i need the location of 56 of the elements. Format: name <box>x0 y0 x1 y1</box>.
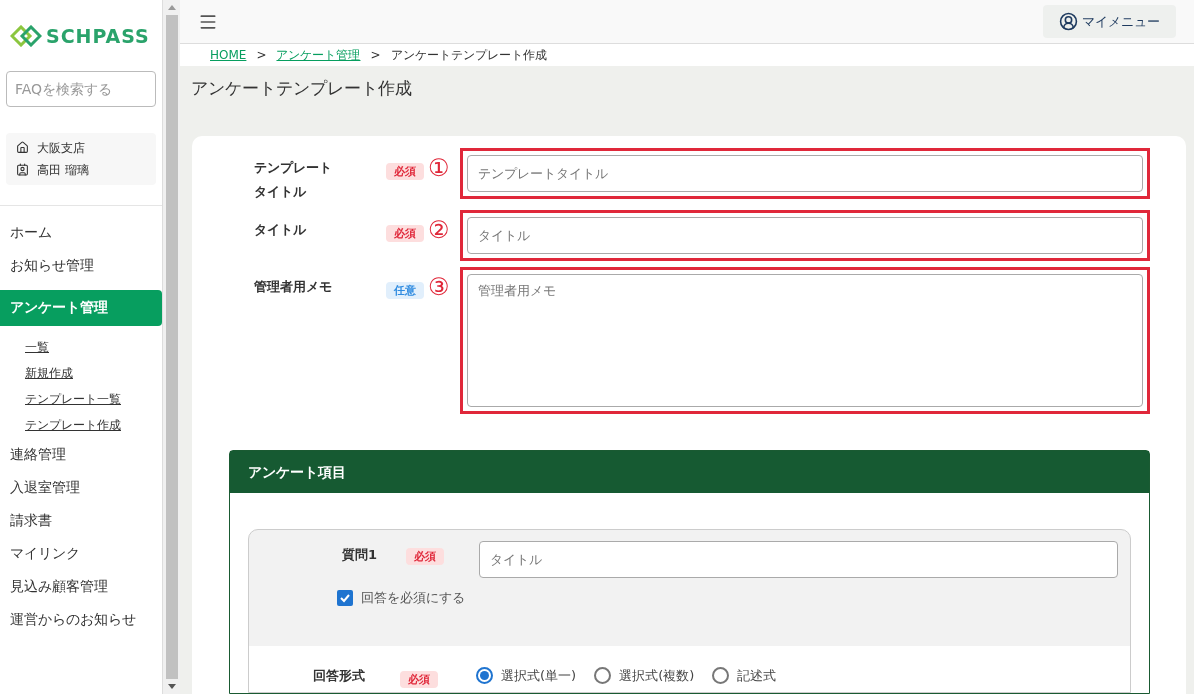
id-card-icon <box>16 163 29 176</box>
circled-number: ② <box>428 216 451 244</box>
circled-number: ① <box>428 154 451 182</box>
field-label: タイトル <box>254 221 307 239</box>
required-tag: 必須 <box>400 670 438 688</box>
required-tag: 必須 <box>406 548 444 565</box>
nav-item[interactable]: 入退室管理 <box>0 470 162 504</box>
nav-item[interactable]: 請求書 <box>0 503 162 537</box>
nav-item[interactable]: お知らせ管理 <box>0 248 162 282</box>
question-label: 質問1 <box>342 546 379 564</box>
logo-text: SCHPASS <box>46 24 150 49</box>
required-tag: 必須 <box>386 163 424 180</box>
question-title-field[interactable]: タイトル <box>479 541 1118 578</box>
field-label: 管理者用メモ <box>254 278 333 296</box>
text-field[interactable]: タイトル <box>467 217 1143 254</box>
nav-item[interactable]: 見込み顧客管理 <box>0 569 162 603</box>
memo-field[interactable]: 管理者用メモ <box>467 274 1143 407</box>
nav-item[interactable]: ホーム <box>0 215 162 249</box>
logo-icon <box>10 25 42 48</box>
nav-subitem[interactable]: 一覧 <box>25 333 49 360</box>
nav-item[interactable]: マイリンク <box>0 536 162 570</box>
circled-number: ③ <box>428 273 451 301</box>
breadcrumb-separator: > <box>256 47 267 64</box>
radio-button[interactable] <box>476 666 493 684</box>
scrollbar[interactable] <box>162 0 180 694</box>
text-field[interactable]: テンプレートタイトル <box>467 155 1143 192</box>
account-label: 高田 瑠璃 <box>37 161 89 179</box>
nav-subitem[interactable]: テンプレート一覧 <box>25 385 121 412</box>
breadcrumb-current: アンケートテンプレート作成 <box>390 47 547 64</box>
radio-button[interactable] <box>594 666 612 684</box>
my-menu-button[interactable]: マイメニュー <box>1043 5 1176 38</box>
checkbox[interactable] <box>337 589 353 606</box>
nav-subitem[interactable]: 新規作成 <box>25 359 73 386</box>
scroll-down-icon[interactable] <box>167 684 176 689</box>
field-label: テンプレートタイトル <box>254 159 333 201</box>
required-tag: 任意 <box>386 282 424 299</box>
nav-subitem[interactable]: テンプレート作成 <box>25 411 121 438</box>
user-icon <box>1059 12 1078 31</box>
radio-button[interactable] <box>712 666 730 684</box>
radio-label: 選択式(単一) <box>501 666 577 685</box>
panel-header: アンケート項目 <box>230 451 1149 493</box>
page-title: アンケートテンプレート作成 <box>191 77 413 100</box>
radio-label: 選択式(複数) <box>619 666 695 685</box>
required-tag: 必須 <box>386 225 424 242</box>
home-icon <box>16 141 29 154</box>
breadcrumb-separator: > <box>370 47 381 64</box>
breadcrumb-link[interactable]: アンケート管理 <box>276 46 361 64</box>
nav-item[interactable]: 運営からのお知らせ <box>0 602 162 636</box>
radio-label: 記述式 <box>737 666 777 685</box>
search-field[interactable]: FAQを検索する <box>6 70 156 107</box>
account-label: 大阪支店 <box>37 139 85 157</box>
breadcrumb-link[interactable]: HOME <box>210 46 247 64</box>
answer-format-label: 回答形式 <box>313 666 366 685</box>
scroll-up-icon[interactable] <box>167 5 176 10</box>
checkbox-label: 回答を必須にする <box>361 589 465 607</box>
nav-item[interactable]: 連絡管理 <box>0 437 162 471</box>
